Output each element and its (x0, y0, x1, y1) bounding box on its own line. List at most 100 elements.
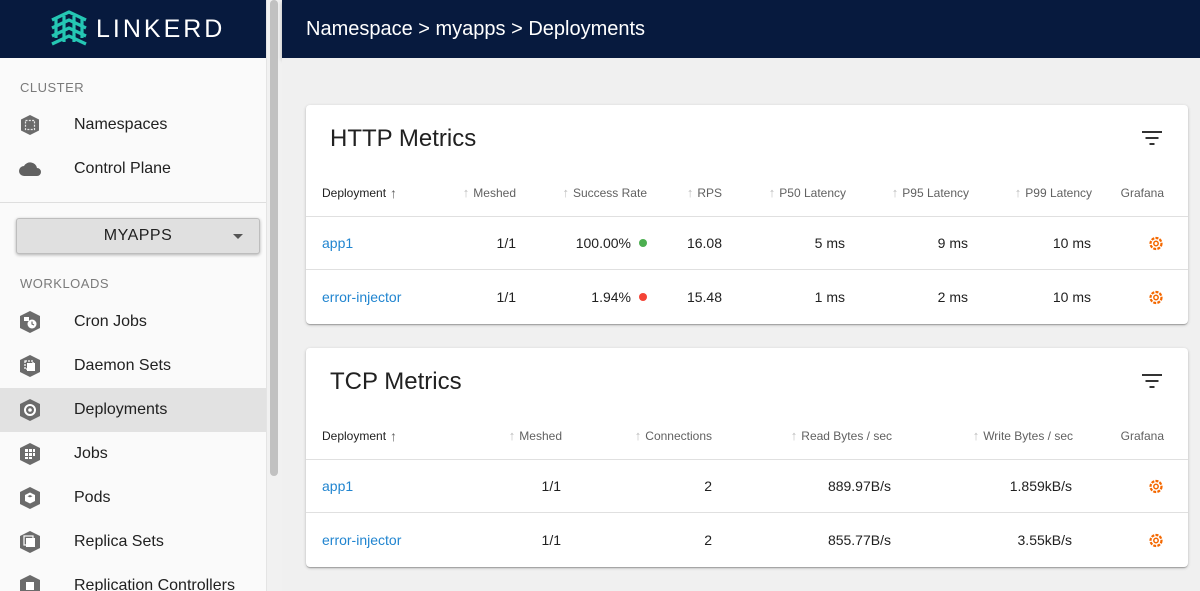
namespace-icon (18, 113, 42, 137)
meshed-cell: 1/1 (541, 478, 561, 494)
p50-cell: 5 ms (814, 235, 845, 251)
sort-arrow-up-icon: ↑ (768, 185, 776, 200)
p50-cell: 1 ms (814, 288, 845, 305)
sidebar-item-label: Namespaces (74, 116, 168, 133)
namespace-select[interactable]: MYAPPS (16, 218, 260, 254)
p95-cell: 9 ms (937, 235, 968, 251)
pod-icon (18, 486, 42, 510)
sort-arrow-up-icon: ↑ (508, 428, 516, 443)
success-rate-cell: 1.94% (536, 270, 647, 323)
sidebar-item-label: Deployments (74, 401, 168, 418)
sidebar-item-replica-sets[interactable]: Replica Sets (0, 520, 266, 564)
http-metrics-card: HTTP Metrics Deployment ↑ ↑ Meshed ↑ Succes… (306, 105, 1188, 324)
write-bytes-cell: 3.55kB/s (1017, 531, 1072, 548)
deployment-link[interactable]: error-injector (322, 532, 401, 548)
column-header-connections[interactable]: ↑ Connections (596, 412, 712, 459)
rps-cell: 15.48 (686, 288, 722, 305)
deployment-link[interactable]: app1 (322, 235, 353, 251)
sidebar-item-daemon-sets[interactable]: Daemon Sets (0, 344, 266, 388)
sidebar-item-label: Replica Sets (74, 533, 164, 550)
success-rate-cell: 100.00% (536, 217, 647, 269)
workloads-section-label: WORKLOADS (20, 276, 110, 291)
sidebar-item-deployments[interactable]: Deployments (0, 388, 266, 432)
meshed-cell: 1/1 (496, 235, 516, 251)
column-header-deployment[interactable]: Deployment ↑ (322, 169, 397, 216)
sidebar-item-cron-jobs[interactable]: Cron Jobs (0, 300, 266, 344)
tcp-metrics-card: TCP Metrics Deployment ↑ ↑ Meshed ↑ Connect… (306, 348, 1188, 567)
sidebar-item-label: Daemon Sets (74, 357, 171, 374)
column-header-deployment[interactable]: Deployment ↑ (322, 412, 397, 459)
tcp-metrics-table: Deployment ↑ ↑ Meshed ↑ Connections ↑ Read B… (306, 412, 1188, 566)
column-header-grafana: Grafana (1120, 428, 1164, 443)
namespace-select-value: MYAPPS (103, 227, 173, 244)
p99-cell: 10 ms (1052, 288, 1091, 305)
sort-arrow-up-icon: ↑ (562, 185, 569, 200)
column-header-meshed[interactable]: ↑ Meshed (436, 169, 516, 216)
sort-arrow-up-icon: ↑ (972, 428, 980, 443)
table-row: app1 1/1 100.00% 16.08 5 ms 9 ms 10 ms (306, 217, 1188, 270)
meshed-cell: 1/1 (541, 531, 561, 548)
column-header-meshed[interactable]: ↑ Meshed (466, 412, 562, 459)
grafana-icon[interactable] (1148, 235, 1164, 251)
daemonset-icon (18, 354, 42, 378)
main-content: HTTP Metrics Deployment ↑ ↑ Meshed ↑ Succes… (282, 58, 1200, 591)
table-row: error-injector 1/1 1.94% 15.48 1 ms 2 ms… (306, 270, 1188, 323)
sidebar-item-pods[interactable]: Pods (0, 476, 266, 520)
table-row: app1 1/1 2 889.97B/s 1.859kB/s (306, 460, 1188, 513)
sort-arrow-up-icon: ↑ (686, 185, 694, 200)
column-header-p95-latency[interactable]: ↑ P95 Latency (856, 169, 969, 216)
http-metrics-table: Deployment ↑ ↑ Meshed ↑ Success Rate ↑ RPS ↑… (306, 169, 1188, 323)
grafana-icon[interactable] (1148, 478, 1164, 494)
sidebar-item-control-plane[interactable]: Control Plane (0, 147, 266, 191)
column-header-success-rate[interactable]: ↑ Success Rate (536, 169, 647, 216)
filter-icon[interactable] (1142, 131, 1162, 145)
sort-arrow-up-icon: ↑ (390, 427, 398, 444)
chevron-down-icon (233, 234, 243, 239)
table-header: Deployment ↑ ↑ Meshed ↑ Connections ↑ Read B… (306, 412, 1188, 460)
sort-arrow-up-icon: ↑ (634, 428, 642, 443)
sidebar-item-label: Control Plane (74, 160, 171, 177)
top-bar: Namespace > myapps > Deployments (282, 0, 1200, 58)
replicationcontroller-icon (18, 574, 42, 591)
sort-arrow-up-icon: ↑ (462, 185, 470, 200)
tcp-metrics-title: TCP Metrics (330, 368, 462, 395)
table-header: Deployment ↑ ↑ Meshed ↑ Success Rate ↑ RPS ↑… (306, 169, 1188, 217)
linkerd-logo-icon (51, 10, 87, 46)
column-header-rps[interactable]: ↑ RPS (661, 169, 722, 216)
connections-cell: 2 (704, 478, 712, 494)
column-header-read-bytes[interactable]: ↑ Read Bytes / sec (746, 412, 892, 459)
breadcrumb: Namespace > myapps > Deployments (306, 17, 646, 40)
sidebar-item-label: Jobs (74, 445, 108, 462)
column-header-grafana: Grafana (1120, 185, 1164, 200)
read-bytes-cell: 889.97B/s (827, 478, 891, 494)
rps-cell: 16.08 (686, 235, 722, 251)
meshed-cell: 1/1 (496, 288, 516, 305)
cluster-section-label: CLUSTER (20, 80, 85, 95)
sidebar-scrollbar-thumb[interactable] (270, 0, 278, 476)
grafana-icon[interactable] (1148, 289, 1164, 305)
p95-cell: 2 ms (937, 288, 968, 305)
sort-arrow-up-icon: ↑ (790, 428, 798, 443)
cronjob-icon (18, 310, 42, 334)
sidebar-item-jobs[interactable]: Jobs (0, 432, 266, 476)
write-bytes-cell: 1.859kB/s (1009, 478, 1072, 494)
filter-icon[interactable] (1142, 374, 1162, 388)
column-header-p99-latency[interactable]: ↑ P99 Latency (981, 169, 1092, 216)
sidebar-item-namespaces[interactable]: Namespaces (0, 103, 266, 147)
deployment-link[interactable]: error-injector (322, 289, 401, 305)
column-header-p50-latency[interactable]: ↑ P50 Latency (736, 169, 846, 216)
deployment-icon (18, 398, 42, 422)
status-dot-icon (639, 239, 647, 247)
table-row: error-injector 1/1 2 855.77B/s 3.55kB/s (306, 513, 1188, 566)
column-header-write-bytes[interactable]: ↑ Write Bytes / sec (926, 412, 1073, 459)
sidebar: LINKERD CLUSTER Namespaces Control Plane… (0, 0, 266, 591)
sidebar-item-replication-controllers[interactable]: Replication Controllers (0, 564, 266, 591)
deployment-link[interactable]: app1 (322, 478, 353, 494)
job-icon (18, 442, 42, 466)
read-bytes-cell: 855.77B/s (827, 531, 891, 548)
connections-cell: 2 (704, 531, 712, 548)
p99-cell: 10 ms (1052, 235, 1091, 251)
sidebar-item-label: Cron Jobs (74, 313, 147, 330)
sort-arrow-up-icon: ↑ (891, 185, 899, 200)
grafana-icon[interactable] (1148, 532, 1164, 548)
